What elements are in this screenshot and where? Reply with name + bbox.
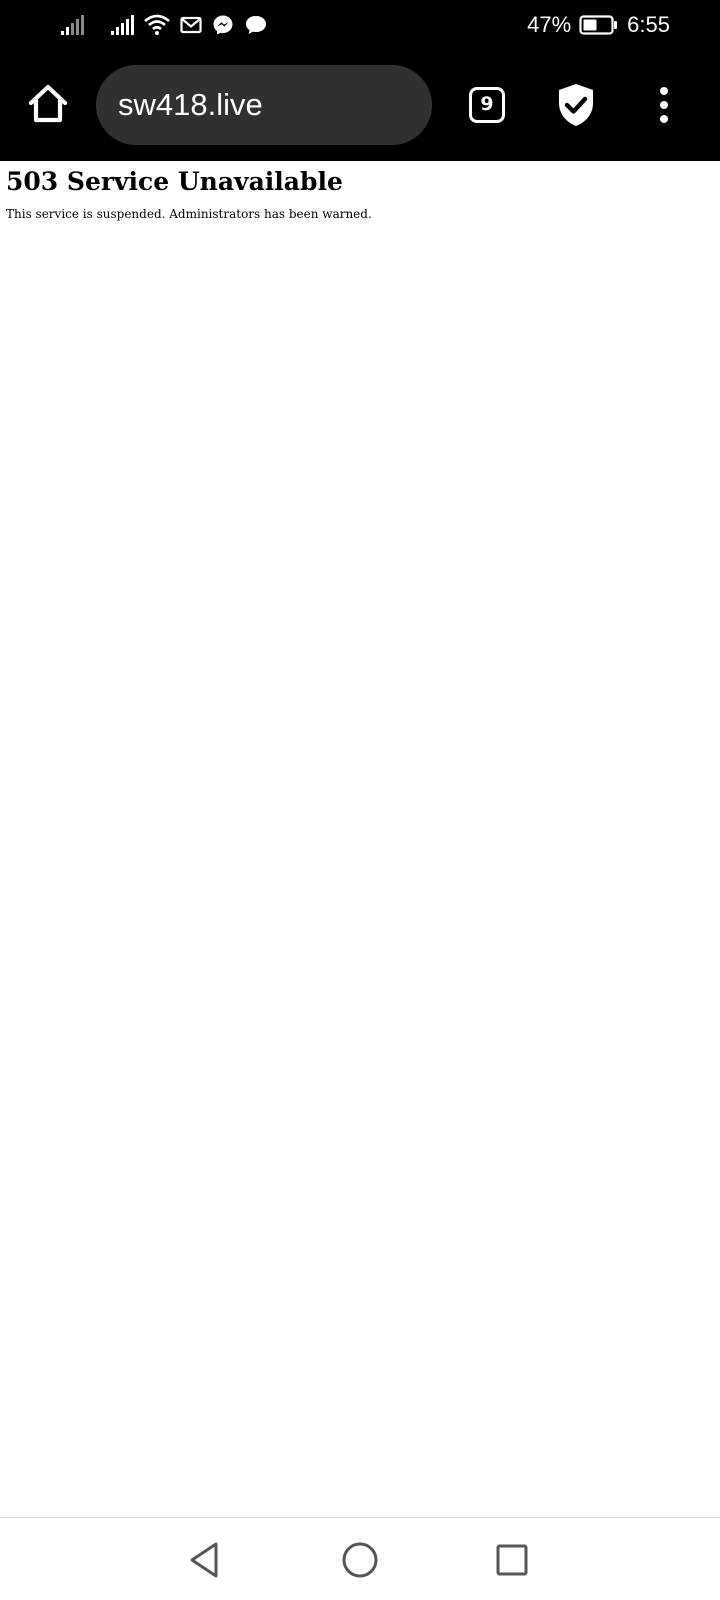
home-icon [28, 84, 68, 123]
browser-toolbar: sw418.live 9 [0, 50, 720, 161]
wifi-icon [144, 14, 170, 35]
page-heading: 503 Service Unavailable [6, 167, 343, 196]
status-icons [60, 12, 268, 38]
back-button[interactable] [184, 1538, 228, 1582]
more-menu-button[interactable] [650, 85, 678, 125]
recents-button[interactable] [490, 1538, 534, 1582]
recents-icon [496, 1544, 528, 1576]
gmail-icon [180, 16, 202, 34]
system-nav-bar [0, 1517, 720, 1600]
signal-sim1-icon [61, 15, 84, 35]
shield-button[interactable] [556, 82, 596, 128]
address-bar[interactable]: sw418.live [96, 65, 432, 145]
nav-home-button[interactable] [338, 1538, 382, 1582]
battery-percent: 47% [527, 12, 572, 37]
url-text: sw418.live [118, 87, 263, 122]
tab-count: 9 [480, 93, 494, 115]
more-vert-icon [660, 87, 668, 123]
home-button[interactable] [26, 82, 70, 126]
clock: 6:55 [627, 12, 670, 37]
shield-check-icon [559, 84, 593, 126]
status-bar: 47% 6:55 [0, 0, 720, 50]
tab-switcher-button[interactable]: 9 [469, 87, 505, 123]
home-circle-icon [342, 1542, 378, 1578]
battery-icon [579, 15, 618, 35]
back-icon [190, 1542, 218, 1578]
signal-sim2-icon [111, 15, 134, 35]
page-message: This service is suspended. Administrator… [6, 207, 372, 221]
web-page: 503 Service Unavailable This service is … [0, 161, 720, 1517]
messenger-icon [213, 15, 233, 35]
status-right: 47% 6:55 [527, 10, 670, 40]
messages-icon [246, 16, 266, 34]
